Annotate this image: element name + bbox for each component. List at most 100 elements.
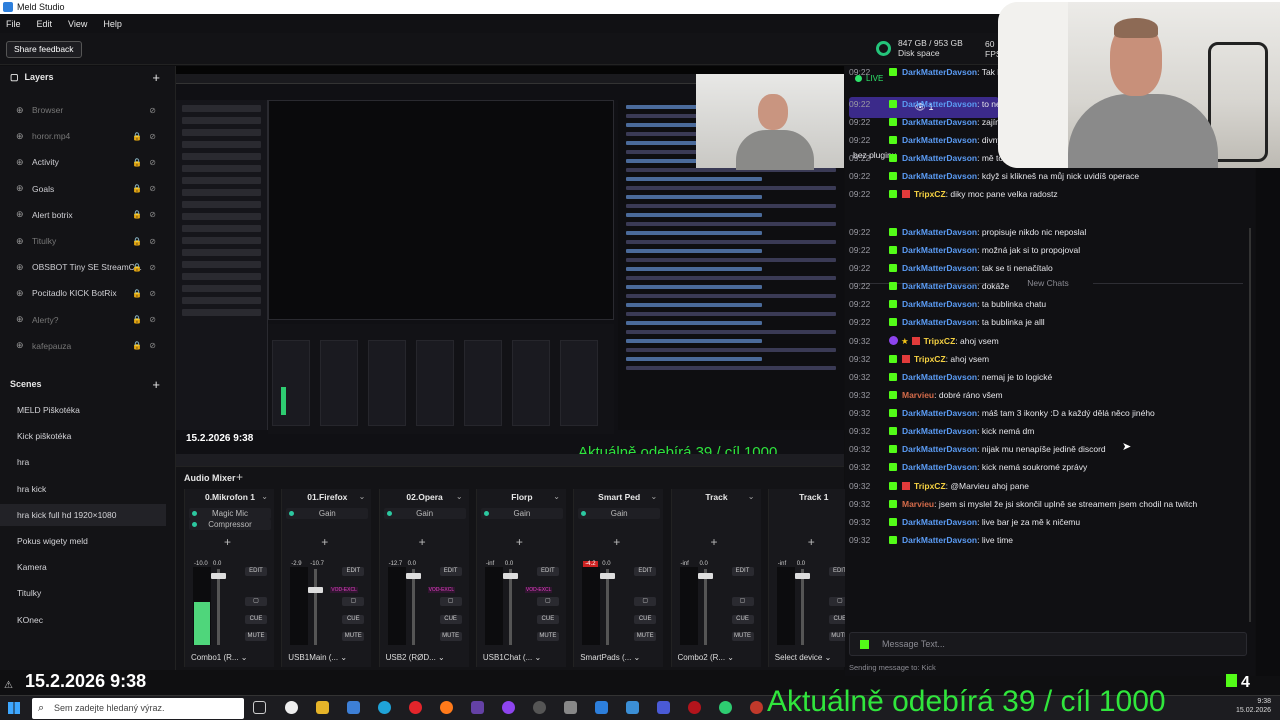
fader-knob[interactable] [794,572,810,579]
save-icon[interactable] [657,701,670,714]
layer-item[interactable]: ⊕ kafepauza 🔒 ⊘ [0,335,176,357]
fader-knob[interactable] [697,572,713,579]
layer-item[interactable]: ⊕ Browser ⊘ [0,99,176,121]
add-effect-button[interactable]: + [321,535,328,549]
edit-button[interactable]: EDIT [342,567,365,576]
taskbar-search[interactable]: ⌕ Sem zadejte hledaný výraz. [32,698,244,719]
cue-button[interactable]: CUE [634,615,657,624]
message-user[interactable]: DarkMatterDavson [902,263,977,273]
chat-message[interactable]: 09:22 DarkMatterDavson: tak se ti nenačít… [849,262,1249,275]
edit-button[interactable]: EDIT [439,567,462,576]
device-select[interactable]: USB1Main (... ⌄ [288,653,368,662]
add-scene-button[interactable]: + [152,377,160,392]
link-button[interactable]: ▢ [342,597,365,606]
chat-message[interactable]: 09:32 DarkMatterDavson: kick nemá soukrom… [849,461,1249,474]
add-effect-button[interactable]: + [711,535,718,549]
visibility-icon[interactable]: ⊘ [149,263,156,272]
visibility-icon[interactable]: ⊘ [149,315,156,324]
firefox-icon[interactable] [440,701,453,714]
scene-item[interactable]: hra [0,451,166,473]
visibility-icon[interactable]: ⊘ [149,289,156,298]
message-user[interactable]: Marvieu [902,390,934,400]
mute-button[interactable]: MUTE [439,632,462,641]
layer-item[interactable]: ⊕ horor.mp4 🔒 ⊘ [0,125,176,147]
message-user[interactable]: TripxCZ [914,481,946,491]
cue-button[interactable]: CUE [536,615,559,624]
chat-message[interactable]: 09:32 Marvieu: jsem si myslel že jsi skon… [849,498,1249,511]
add-effect-button[interactable]: + [808,535,815,549]
message-user[interactable]: DarkMatterDavson [902,299,977,309]
menu-file[interactable]: File [6,19,21,29]
add-track-button[interactable]: + [236,470,243,484]
message-user[interactable]: TripxCZ [914,189,946,199]
effect-item[interactable]: Gain [578,508,661,519]
opera-icon[interactable] [409,701,422,714]
message-user[interactable]: DarkMatterDavson [902,227,977,237]
add-effect-button[interactable]: + [419,535,426,549]
message-user[interactable]: DarkMatterDavson [902,99,977,109]
device-select[interactable]: Select device ⌄ [775,653,855,662]
layer-item[interactable]: ⊕ Goals 🔒 ⊘ [0,178,176,200]
menu-help[interactable]: Help [103,19,122,29]
message-user[interactable]: DarkMatterDavson [902,135,977,145]
mute-button[interactable]: MUTE [731,632,754,641]
chevron-down-icon[interactable]: ⌄ [650,492,657,501]
add-layer-button[interactable]: + [152,70,160,85]
lock-icon[interactable]: 🔒 [132,263,142,272]
volume-fader[interactable] [314,569,318,645]
chat-scrollbar[interactable] [1249,228,1251,622]
app-purple-icon[interactable] [502,701,515,714]
lock-icon[interactable]: 🔒 [132,210,142,219]
scene-item[interactable]: MELD Piškotéka [0,399,166,421]
volume-fader[interactable] [217,569,220,645]
message-user[interactable]: DarkMatterDavson [902,408,977,418]
chat-message[interactable]: 09:22 DarkMatterDavson: propisuje nikdo n… [849,226,1249,239]
menu-view[interactable]: View [68,19,87,29]
settings-icon[interactable] [533,701,546,714]
link-button[interactable]: ▢ [245,597,267,606]
app-green-icon[interactable] [719,701,732,714]
scene-item[interactable]: Pokus wigety meld [0,530,166,552]
chat-message[interactable]: 09:22 DarkMatterDavson: ta bublinka chatu [849,298,1249,311]
layer-item[interactable]: ⊕ Alerty? 🔒 ⊘ [0,309,176,331]
effect-item[interactable]: Gain [480,508,563,519]
mute-button[interactable]: MUTE [634,632,657,641]
message-user[interactable]: DarkMatterDavson [902,153,977,163]
layer-item[interactable]: ⊕ Activity 🔒 ⊘ [0,151,176,173]
message-user[interactable]: DarkMatterDavson [902,517,977,527]
meld-taskbar-icon[interactable] [595,701,608,714]
visibility-icon[interactable]: ⊘ [149,184,156,193]
visibility-icon[interactable]: ⊘ [149,210,156,219]
fader-knob[interactable] [308,586,324,593]
scene-item[interactable]: Kick piškotéka [0,425,166,447]
edit-button[interactable]: EDIT [536,567,559,576]
effect-item[interactable]: Gain [383,508,466,519]
app-red-icon[interactable] [688,701,701,714]
message-user[interactable]: DarkMatterDavson [902,281,977,291]
chat-message[interactable]: 09:32 TripxCZ: @Marvieu ahoj pane [849,480,1249,493]
visibility-icon[interactable]: ⊘ [149,106,156,115]
mail-icon[interactable] [626,701,639,714]
volume-fader[interactable] [606,569,610,645]
chat-message[interactable]: 09:32 DarkMatterDavson: live bar je za mě… [849,516,1249,529]
message-user[interactable]: Marvieu [902,499,934,509]
chrome-icon[interactable] [285,701,298,714]
message-user[interactable]: DarkMatterDavson [902,245,977,255]
chevron-down-icon[interactable]: ⌄ [456,492,463,501]
message-user[interactable]: DarkMatterDavson [902,462,977,472]
chat-message[interactable]: 09:32 DarkMatterDavson: máš tam 3 ikonky … [849,407,1249,420]
lock-icon[interactable]: 🔒 [132,315,142,324]
message-user[interactable]: DarkMatterDavson [902,372,977,382]
layer-item[interactable]: ⊕ Pocitadlo KICK BotRix 🔒 ⊘ [0,282,176,304]
stage-preview[interactable]: 15.2.2026 9:38 Aktuálně odebírá 39 / cíl… [176,66,844,466]
device-select[interactable]: SmartPads (... ⌄ [580,653,660,662]
message-user[interactable]: DarkMatterDavson [902,444,977,454]
message-user[interactable]: DarkMatterDavson [902,535,977,545]
chat-message[interactable]: 09:32 DarkMatterDavson: nemaj je to logic… [849,371,1249,384]
mute-button[interactable]: MUTE [342,632,365,641]
effect-item[interactable]: Gain [286,508,369,519]
vod-excl-badge[interactable]: VOD-EXCL [524,587,553,593]
effect-item[interactable]: Magic Mic [189,508,271,519]
volume-fader[interactable] [800,569,804,645]
cue-button[interactable]: CUE [245,615,267,624]
